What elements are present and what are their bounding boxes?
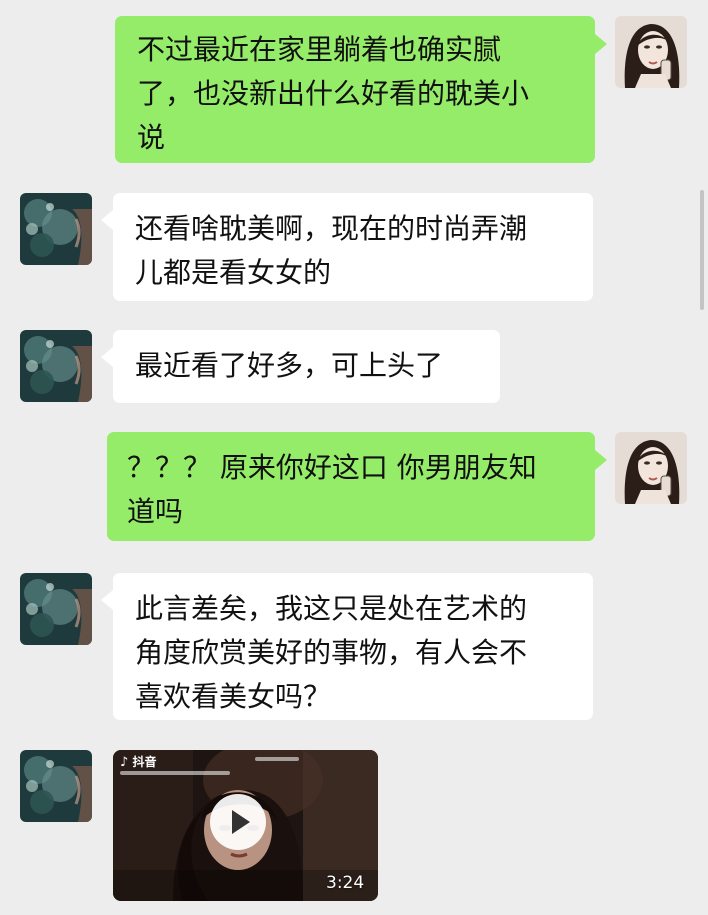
message-bubble-sent[interactable]: ？？？ 原来你好这口 你男朋友知 道吗 — [107, 432, 595, 541]
bubble-tail — [101, 347, 113, 367]
contact-avatar[interactable] — [20, 750, 92, 822]
message-bubble-received[interactable]: 还看啥耽美啊，现在的时尚弄潮 儿都是看女女的 — [113, 193, 593, 301]
video-meta-text — [120, 771, 230, 775]
message-text: 最近看了好多，可上头了 — [135, 349, 444, 382]
message-text: 还看啥耽美啊，现在的时尚弄潮 儿都是看女女的 — [135, 212, 528, 289]
play-icon — [232, 810, 250, 834]
bubble-tail — [595, 450, 607, 470]
message-bubble-received[interactable]: 此言差矣，我这只是处在艺术的 角度欣赏美好的事物，有人会不 喜欢看美女吗？ — [113, 573, 593, 720]
bubble-tail — [595, 34, 607, 54]
contact-avatar[interactable] — [20, 193, 92, 265]
message-bubble-received[interactable]: 最近看了好多，可上头了 — [113, 330, 500, 403]
tiktok-logo: ♪ 抖音 — [120, 755, 157, 770]
tiktok-icon: ♪ — [120, 755, 129, 770]
my-avatar[interactable] — [615, 432, 687, 504]
message-text: 此言差矣，我这只是处在艺术的 角度欣赏美好的事物，有人会不 喜欢看美女吗？ — [135, 592, 528, 713]
video-duration: 3:24 — [326, 873, 365, 893]
contact-avatar[interactable] — [20, 573, 92, 645]
my-avatar[interactable] — [615, 16, 687, 88]
contact-avatar[interactable] — [20, 330, 92, 402]
message-text: ？？？ 原来你好这口 你男朋友知 道吗 — [127, 451, 537, 528]
message-text: 不过最近在家里躺着也确实腻 了，也没新出什么好看的耽美小 说 — [137, 33, 530, 154]
tiktok-label: 抖音 — [132, 755, 157, 769]
message-bubble-sent[interactable]: 不过最近在家里躺着也确实腻 了，也没新出什么好看的耽美小 说 — [115, 16, 595, 163]
bubble-tail — [101, 590, 113, 610]
bubble-tail — [101, 210, 113, 230]
chat-scrollbar[interactable] — [700, 190, 704, 310]
video-caption-text — [255, 757, 299, 761]
play-button[interactable] — [210, 794, 266, 850]
